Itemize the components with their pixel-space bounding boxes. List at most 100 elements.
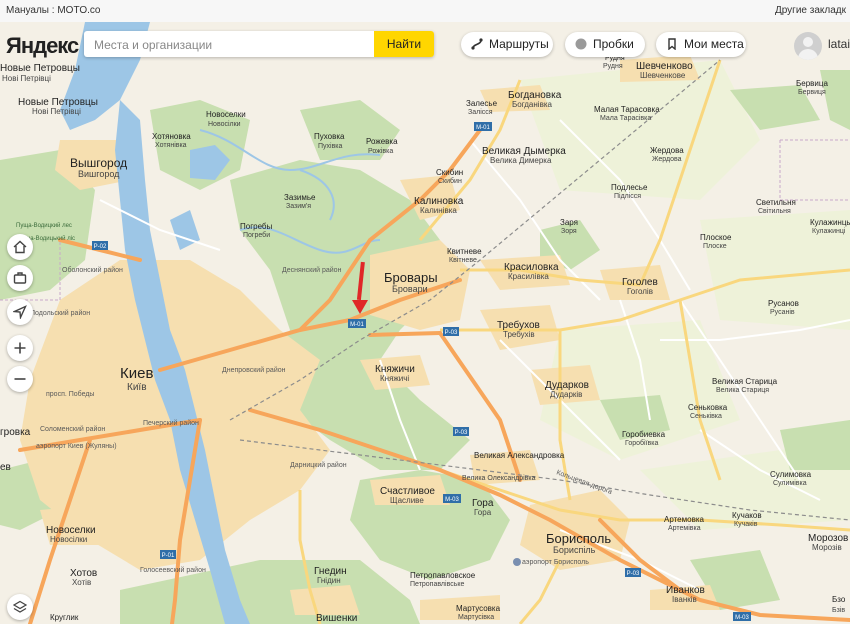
label-dudarkov-ua: Дударків	[550, 390, 582, 399]
my-places-label: Мои места	[684, 37, 744, 51]
label-zarya: Заря	[560, 218, 578, 227]
label-desnyansky: Деснянский район	[282, 266, 342, 274]
organizations-button[interactable]	[7, 265, 33, 291]
label-rusanov-ua: Русанів	[770, 308, 795, 316]
label-rudnya-ua: Рудня	[603, 63, 623, 70]
airport-icon	[513, 558, 521, 566]
label-gora-ua: Гора	[474, 508, 492, 517]
label-vyshgorod: Вышгород	[70, 156, 127, 170]
label-podolsky: Подольский район	[30, 309, 90, 317]
label-petropavlovskoe: Петропавловское	[410, 571, 476, 580]
label-pogreby: Погребы	[240, 222, 273, 231]
label-novye-petrovcy-top-ua: Нові Петрівці	[2, 74, 51, 83]
road-label-m01-b: M-01	[476, 125, 490, 131]
label-gorobievka: Горобиевка	[622, 430, 666, 439]
label-gorobievka-ua: Горобіївка	[625, 439, 658, 447]
label-kuchakov-ua: Кучаків	[734, 520, 758, 528]
find-button[interactable]: Найти	[374, 31, 434, 57]
user-avatar[interactable]	[794, 32, 822, 60]
label-novye-petrovcy-ua: Нові Петрівці	[32, 107, 81, 116]
zoom-out-button[interactable]	[7, 366, 33, 392]
label-velikaya-dymerka-ua: Велика Димерка	[490, 156, 552, 165]
label-kiev-ua: Київ	[127, 382, 147, 393]
label-puhovka: Пуховка	[314, 132, 345, 141]
label-skibin-ua: Скибин	[438, 177, 462, 185]
label-zhedrovo-ua: Жердова	[652, 156, 682, 163]
label-airport-zhulyany: аэропорт Киев (Жуляны)	[36, 443, 117, 450]
bookmark-manuals[interactable]: Мануалы : MOTO.co	[6, 5, 101, 16]
label-ploskoe: Плоское	[700, 233, 732, 242]
traffic-icon	[575, 38, 587, 50]
label-malaya-tarasovka-ua: Мала Тарасівка	[600, 114, 651, 122]
label-velikaya-aleksandrovka-ua: Велика Олександрівка	[462, 474, 536, 482]
label-zhedrovo: Жердова	[650, 146, 684, 155]
label-bezo-ua: Бзів	[832, 606, 845, 614]
label-malaya-tarasovka: Малая Тарасовка	[594, 105, 660, 114]
zoom-in-icon	[14, 342, 26, 354]
label-gnedin-ua: Гнідин	[317, 576, 341, 585]
zoom-in-button[interactable]	[7, 335, 33, 361]
routes-button[interactable]: Маршруты	[461, 32, 553, 57]
label-lev-edge: ев	[0, 462, 11, 473]
route-icon	[471, 38, 483, 50]
label-gogolev-ua: Гоголів	[627, 287, 653, 296]
label-novoselki-ua: Новосілки	[50, 535, 87, 544]
locate-button[interactable]	[7, 299, 33, 325]
bookmark-other[interactable]: Другие закладк	[775, 5, 846, 16]
map-canvas[interactable]: M-01 M-01 P-02 P-03 P-03 P-03 M-03 M-03 …	[0, 22, 850, 624]
label-senkovka: Сеньковка	[688, 403, 728, 412]
label-kulazhintsy-ua: Кулажинці	[812, 227, 846, 235]
home-icon	[13, 240, 27, 254]
label-bogdanovka-ua: Богданівка	[512, 100, 552, 109]
label-rozhevka-ua: Рожівка	[368, 147, 393, 155]
label-velikaya-staritsa: Великая Старица	[712, 377, 778, 386]
label-zalesye-ua: Залісся	[468, 108, 493, 116]
search-box: Найти	[84, 31, 434, 57]
label-hotov-ua: Хотів	[72, 578, 91, 587]
label-svetilnya: Светильня	[756, 198, 796, 207]
label-rozhevka: Рожевка	[366, 137, 398, 146]
label-borispol: Борисполь	[546, 531, 611, 546]
yandex-logo[interactable]: Яндекс	[6, 33, 79, 59]
label-pechersky: Печерский район	[143, 419, 199, 427]
road-label-p02: P-02	[94, 244, 107, 250]
label-prospect-pobedy: просп. Победы	[46, 390, 94, 398]
label-artemovka-ua: Артемівка	[668, 524, 701, 532]
label-darnitsky: Дарницкий район	[290, 461, 347, 469]
road-label-m03-a: M-03	[445, 497, 459, 503]
road-label-p01: P-01	[162, 553, 175, 559]
label-ivankov-ua: Іванків	[672, 595, 697, 604]
road-label-m01-a: M-01	[350, 322, 364, 328]
label-krasilovka-ua: Красилівка	[508, 272, 549, 281]
home-button[interactable]	[7, 234, 33, 260]
label-schastlivoe-ua: Щасливе	[390, 496, 424, 505]
label-hotyanovka: Хотяновка	[152, 132, 191, 141]
label-morozovka-ua: Морозів	[812, 543, 842, 552]
traffic-label: Пробки	[593, 37, 634, 51]
label-vishenki: Вишенки	[316, 613, 357, 624]
label-brovary: Бровары	[384, 270, 438, 285]
label-vyshgorod-ua: Вишгород	[78, 169, 120, 179]
layers-button[interactable]	[7, 594, 33, 620]
avatar-head	[803, 37, 813, 47]
search-input[interactable]	[92, 35, 376, 55]
label-rusanov: Русанов	[768, 299, 799, 308]
label-ploskoe-ua: Плоске	[703, 243, 727, 250]
briefcase-icon	[13, 272, 27, 284]
label-kruglik: Круглик	[50, 613, 79, 622]
label-brovary-ua: Бровари	[392, 284, 428, 294]
label-sulimovka-ua: Сулимівка	[773, 479, 807, 487]
label-pushcha: Пуща-Водицкий лес	[16, 222, 72, 229]
label-martusovka: Мартусовка	[456, 604, 501, 613]
label-zarya-ua: Зоря	[561, 228, 577, 235]
road-label-p03-c: P-03	[627, 571, 640, 577]
label-kvitneve-ua: Квітневе	[449, 256, 477, 264]
label-zazimye: Зазимье	[284, 193, 316, 202]
traffic-button[interactable]: Пробки	[565, 32, 645, 57]
map-svg: M-01 M-01 P-02 P-03 P-03 P-03 M-03 M-03 …	[0, 22, 850, 624]
bookmarks-bar: Мануалы : MOTO.co Другие закладк	[0, 0, 850, 23]
label-kulazhintsy: Кулажинцы	[810, 218, 850, 227]
my-places-button[interactable]: Мои места	[656, 32, 746, 57]
username[interactable]: latai	[828, 37, 850, 51]
label-petropavlovskoe-ua: Петропавлівське	[410, 580, 464, 588]
